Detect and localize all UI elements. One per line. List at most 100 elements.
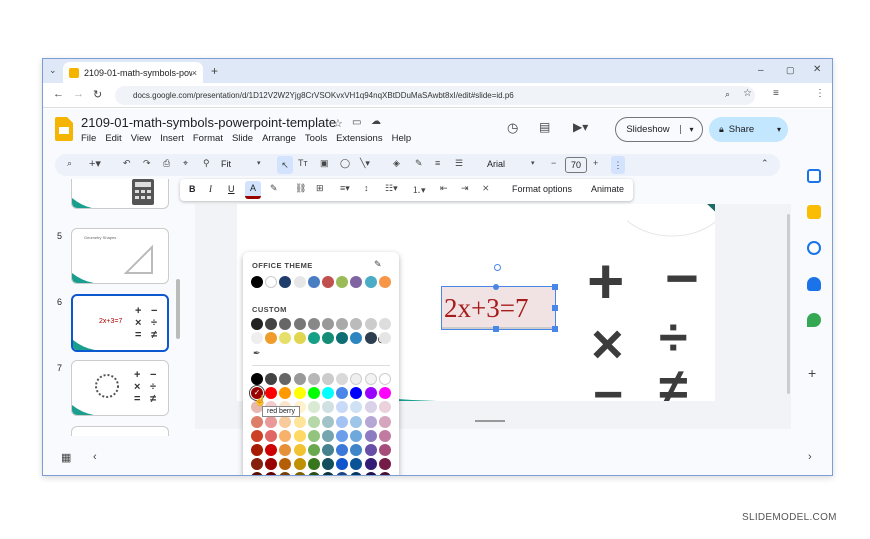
color-swatch[interactable]	[307, 444, 320, 456]
keep-icon[interactable]	[807, 205, 821, 219]
theme-color-swatch[interactable]	[364, 276, 377, 288]
theme-color-swatch[interactable]	[251, 276, 263, 288]
menu-format[interactable]: Format	[193, 133, 223, 144]
color-swatch[interactable]	[265, 458, 278, 471]
menu-extensions[interactable]: Extensions	[336, 133, 382, 144]
align-icon[interactable]: ≡▾	[340, 183, 350, 194]
underline-button[interactable]: U	[228, 184, 235, 194]
custom-color-swatch[interactable]	[307, 332, 320, 344]
font-size-field[interactable]: 70	[565, 157, 587, 173]
color-swatch[interactable]	[336, 373, 349, 385]
custom-color-swatch[interactable]	[378, 318, 391, 330]
speaker-notes-handle[interactable]	[475, 420, 505, 422]
bookmark-star-icon[interactable]: ☆	[743, 88, 752, 99]
increase-indent-icon[interactable]: ⇥	[461, 183, 469, 194]
color-swatch[interactable]	[350, 458, 363, 471]
collapse-filmstrip-icon[interactable]: ‹	[93, 451, 97, 463]
color-swatch[interactable]	[336, 415, 349, 428]
color-swatch[interactable]	[293, 429, 306, 442]
back-icon[interactable]: ←	[53, 88, 64, 100]
color-swatch[interactable]	[265, 373, 278, 385]
custom-color-swatch[interactable]	[293, 332, 306, 344]
theme-color-swatch[interactable]	[336, 276, 349, 288]
rotate-handle[interactable]	[494, 264, 501, 271]
slide-thumbnail-7[interactable]: + − × ÷ = ≠	[71, 360, 169, 416]
slide-thumbnail-5[interactable]: Geometry Shapes	[71, 228, 169, 284]
browser-menu-icon[interactable]: ⋮	[815, 88, 825, 99]
theme-color-swatch[interactable]	[265, 276, 278, 288]
tab-list-icon[interactable]: ⌄	[49, 65, 57, 76]
color-swatch[interactable]	[378, 387, 391, 400]
color-swatch[interactable]	[251, 373, 263, 385]
color-swatch[interactable]	[265, 444, 278, 456]
color-swatch[interactable]	[322, 373, 334, 385]
menu-arrange[interactable]: Arrange	[262, 133, 296, 144]
zoom-icon[interactable]: ⌕	[725, 89, 730, 100]
resize-handle-top-right[interactable]	[552, 284, 558, 290]
border-color-icon[interactable]: ✎	[415, 158, 423, 169]
color-swatch[interactable]	[364, 458, 377, 471]
color-swatch[interactable]	[265, 429, 278, 442]
zoom-tool-icon[interactable]: ⚲	[203, 158, 210, 169]
url-field[interactable]: docs.google.com/presentation/d/1D12V2W2Y…	[115, 86, 755, 105]
forward-icon[interactable]: →	[73, 88, 84, 100]
color-swatch[interactable]	[350, 401, 363, 414]
color-swatch[interactable]	[251, 444, 263, 456]
custom-color-swatch[interactable]	[322, 318, 334, 330]
color-swatch[interactable]	[322, 387, 334, 400]
color-swatch[interactable]	[350, 444, 363, 456]
custom-color-swatch[interactable]	[293, 318, 306, 330]
color-swatch[interactable]	[293, 458, 306, 471]
color-swatch[interactable]	[251, 415, 263, 428]
border-dash-icon[interactable]: ☰	[455, 158, 463, 169]
media-icon[interactable]: ≡	[773, 88, 779, 99]
line-icon[interactable]: ╲▾	[360, 158, 370, 169]
theme-color-swatch[interactable]	[293, 276, 306, 288]
color-swatch[interactable]	[378, 458, 391, 471]
theme-color-swatch[interactable]	[350, 276, 363, 288]
color-swatch[interactable]	[336, 444, 349, 456]
color-swatch[interactable]	[350, 373, 363, 385]
version-history-icon[interactable]: ◷	[507, 120, 518, 136]
slide-thumbnail-6[interactable]: 2x+3=7 + − × ÷ = ≠	[71, 294, 169, 352]
redo-icon[interactable]: ↷	[143, 158, 151, 169]
menu-help[interactable]: Help	[392, 133, 412, 144]
color-swatch[interactable]	[336, 429, 349, 442]
paint-format-icon[interactable]: ⌖	[183, 158, 188, 169]
decrease-font-size-icon[interactable]: −	[551, 158, 556, 168]
edit-theme-icon[interactable]: ✎	[374, 259, 382, 270]
italic-button[interactable]: I	[209, 184, 212, 194]
color-swatch[interactable]	[336, 401, 349, 414]
color-swatch[interactable]	[265, 472, 278, 475]
move-folder-icon[interactable]: ▭	[352, 117, 361, 128]
new-tab-button[interactable]: +	[211, 64, 218, 78]
theme-color-swatch[interactable]	[378, 276, 391, 288]
color-swatch[interactable]	[293, 415, 306, 428]
color-swatch[interactable]	[336, 458, 349, 471]
clear-formatting-icon[interactable]: ⨯	[482, 183, 490, 194]
color-swatch[interactable]	[322, 458, 334, 471]
font-dropdown-icon[interactable]: ▾	[531, 159, 535, 167]
color-swatch[interactable]	[279, 429, 292, 442]
resize-handle-bottom[interactable]	[493, 326, 499, 332]
maps-icon[interactable]	[807, 313, 821, 327]
color-swatch[interactable]	[378, 444, 391, 456]
color-swatch[interactable]	[350, 429, 363, 442]
custom-color-swatch[interactable]	[378, 332, 391, 344]
menu-tools[interactable]: Tools	[305, 133, 327, 144]
equation-textbox[interactable]: 2x+3=7	[441, 284, 558, 332]
theme-color-swatch[interactable]	[279, 276, 292, 288]
color-swatch[interactable]	[293, 387, 306, 400]
color-swatch[interactable]	[378, 401, 391, 414]
color-swatch[interactable]	[364, 444, 377, 456]
bold-button[interactable]: B	[189, 184, 196, 194]
filmstrip-scrollbar[interactable]	[176, 279, 180, 339]
slide-thumbnail-4[interactable]	[71, 179, 169, 209]
print-icon[interactable]: ⎙	[163, 158, 170, 169]
menu-edit[interactable]: Edit	[105, 133, 121, 144]
color-swatch[interactable]	[322, 444, 334, 456]
comments-icon[interactable]: ▤	[539, 120, 550, 134]
increase-font-size-icon[interactable]: +	[593, 158, 598, 168]
color-swatch[interactable]	[364, 415, 377, 428]
color-swatch[interactable]	[279, 444, 292, 456]
